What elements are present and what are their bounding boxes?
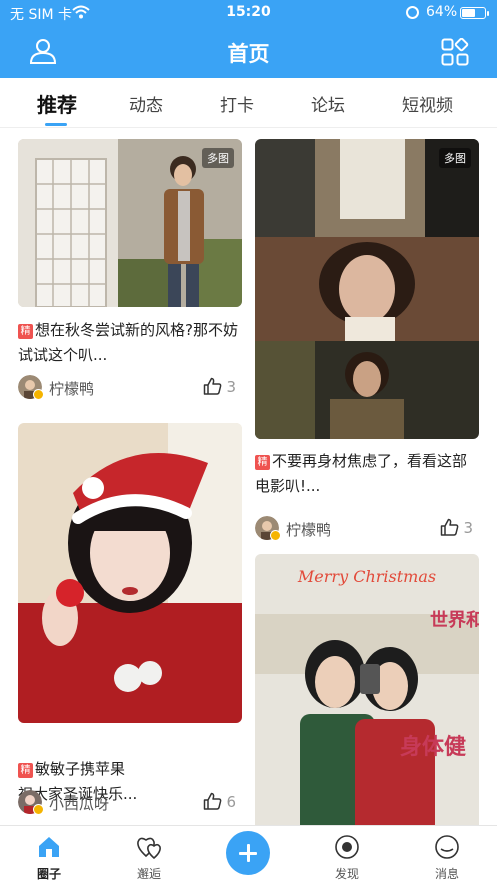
home-icon bbox=[39, 837, 59, 857]
author-name[interactable]: 柠檬鸭 bbox=[286, 519, 331, 540]
post-image[interactable]: 多图 bbox=[18, 139, 242, 307]
post-title-text: 不要再身材焦虑了，看看这部电影叭!... bbox=[255, 452, 468, 495]
author-name[interactable]: 柠檬鸭 bbox=[49, 378, 94, 399]
tab-circle[interactable]: 圈子 bbox=[14, 826, 84, 883]
clock: 15:20 bbox=[226, 4, 271, 20]
rotation-lock-icon bbox=[406, 6, 419, 19]
featured-badge: 精 bbox=[255, 455, 270, 470]
plus-icon[interactable] bbox=[226, 831, 270, 875]
like-count: 3 bbox=[463, 519, 473, 537]
tab-label: 邂逅 bbox=[136, 867, 161, 881]
post-feed[interactable]: 多图 精想在秋冬尝试新的风格?那不妨试试这个叭... 柠檬鸭 3 多图 精 不要… bbox=[0, 129, 497, 825]
post-title[interactable]: 精不要再身材焦虑了，看看这部电影叭!... bbox=[255, 449, 479, 499]
compass-icon bbox=[335, 835, 359, 859]
multi-image-badge: 多图 bbox=[202, 148, 234, 168]
post-author-row: 柠檬鸭 3 bbox=[18, 375, 242, 401]
post-title-text: 想在秋冬尝试新的风格?那不妨试试这个叭... bbox=[18, 321, 238, 364]
top-header: 无 SIM 卡 15:20 64% 首页 bbox=[0, 0, 497, 78]
tab-checkin[interactable]: 打卡 bbox=[220, 91, 254, 116]
tab-label: 圈子 bbox=[36, 867, 61, 881]
like-count: 6 bbox=[226, 793, 236, 811]
like-count: 3 bbox=[226, 378, 236, 396]
like-button[interactable]: 3 bbox=[203, 377, 236, 396]
post-image[interactable]: 多图 bbox=[255, 139, 479, 439]
image-text-health: 身体健 bbox=[400, 734, 466, 760]
verified-badge-icon bbox=[270, 530, 281, 541]
featured-badge: 精 bbox=[18, 324, 33, 339]
post-image[interactable] bbox=[18, 423, 242, 723]
chat-icon bbox=[435, 835, 459, 859]
hearts-icon bbox=[137, 837, 161, 860]
tab-encounter[interactable]: 邂逅 bbox=[114, 826, 184, 883]
bottom-tab-bar: 圈子 邂逅 发现 消息 bbox=[0, 825, 497, 883]
post-card[interactable]: 精敏敏子携苹果 祝大家圣诞快乐... 小西瓜呀 6 bbox=[18, 423, 242, 823]
verified-badge-icon bbox=[33, 389, 44, 400]
like-button[interactable]: 3 bbox=[440, 518, 473, 537]
battery-icon bbox=[460, 7, 489, 19]
tab-label: 消息 bbox=[434, 867, 459, 881]
post-author-row: 小西瓜呀 6 bbox=[18, 790, 242, 816]
post-photo bbox=[18, 423, 242, 723]
active-tab-indicator bbox=[45, 123, 67, 126]
tab-forum[interactable]: 论坛 bbox=[311, 91, 345, 116]
post-card[interactable]: Merry Christmas 世界和 身体健 bbox=[255, 554, 479, 825]
tab-short-video[interactable]: 短视频 bbox=[402, 91, 453, 116]
thumbs-up-icon bbox=[204, 792, 222, 810]
tab-messages[interactable]: 消息 bbox=[412, 826, 482, 883]
thumbs-up-icon bbox=[204, 377, 222, 395]
page-title: 首页 bbox=[227, 42, 270, 66]
tab-label: 发现 bbox=[334, 867, 359, 881]
like-button[interactable]: 6 bbox=[203, 792, 236, 811]
author-name[interactable]: 小西瓜呀 bbox=[49, 793, 109, 814]
tab-moments[interactable]: 动态 bbox=[129, 91, 163, 116]
tab-recommend[interactable]: 推荐 bbox=[37, 89, 77, 118]
image-text-world: 世界和 bbox=[430, 610, 479, 631]
image-text-christmas: Merry Christmas bbox=[297, 567, 436, 586]
category-tabs: 推荐 动态 打卡 论坛 短视频 bbox=[0, 78, 497, 128]
post-image[interactable]: Merry Christmas 世界和 身体健 bbox=[255, 554, 479, 825]
featured-badge: 精 bbox=[18, 763, 33, 778]
post-photo bbox=[255, 139, 479, 439]
post-card[interactable]: 多图 精想在秋冬尝试新的风格?那不妨试试这个叭... 柠檬鸭 3 bbox=[18, 139, 242, 401]
status-bar: 无 SIM 卡 15:20 64% bbox=[0, 0, 497, 26]
post-title[interactable]: 精敏敏子携苹果 祝大家圣诞快乐... bbox=[18, 732, 242, 803]
post-author-row: 柠檬鸭 3 bbox=[255, 516, 479, 542]
post-card[interactable]: 多图 精不要再身材焦虑了，看看这部电影叭!... 柠檬鸭 3 bbox=[255, 139, 479, 542]
apps-grid-icon[interactable] bbox=[441, 38, 469, 66]
multi-image-badge: 多图 bbox=[439, 148, 471, 168]
post-title[interactable]: 精想在秋冬尝试新的风格?那不妨试试这个叭... bbox=[18, 318, 242, 368]
battery-fill bbox=[462, 9, 476, 17]
battery-percent: 64% bbox=[426, 4, 458, 20]
tab-discover[interactable]: 发现 bbox=[312, 826, 382, 883]
thumbs-up-icon bbox=[441, 518, 459, 536]
verified-badge-icon bbox=[33, 804, 44, 815]
post-photo: Merry Christmas 世界和 身体健 bbox=[255, 554, 479, 825]
